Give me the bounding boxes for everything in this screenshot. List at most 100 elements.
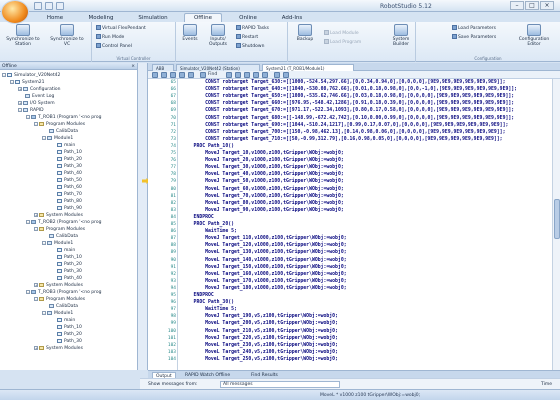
check-program-icon[interactable]: [283, 72, 289, 78]
doc-tab-abb[interactable]: ABB: [152, 64, 174, 71]
collapse-icon[interactable]: -: [26, 219, 30, 224]
tab-simulation[interactable]: Simulation: [130, 13, 176, 22]
tree-node[interactable]: CalibData: [42, 233, 78, 240]
panel-splitter[interactable]: [138, 63, 148, 370]
close-icon[interactable]: ×: [131, 63, 135, 70]
collapse-icon[interactable]: -: [18, 107, 22, 112]
expand-icon[interactable]: +: [34, 282, 38, 287]
redo-icon[interactable]: [188, 72, 194, 78]
tree-node[interactable]: - Module1: [42, 310, 73, 317]
code-line[interactable]: PROC Path_10(): [182, 144, 234, 149]
minimize-button[interactable]: –: [510, 1, 524, 10]
collapse-icon[interactable]: -: [42, 240, 46, 245]
save-parameters-button[interactable]: Save Parameters: [452, 34, 496, 40]
code-line[interactable]: MoveJ Target_90,v1000,z100,tGripper\WObj…: [182, 208, 344, 213]
code-line[interactable]: MoveL Target_210,v5,z100,tGripper\WObj:=…: [182, 329, 338, 334]
tree-node[interactable]: - T_ROB2 (Program '<no prog: [26, 219, 101, 226]
tree-node[interactable]: Path_50: [50, 177, 82, 184]
collapse-icon[interactable]: -: [42, 135, 46, 140]
tree-node[interactable]: CalibData: [42, 128, 78, 135]
code-line[interactable]: MoveJ Target_150,v1000,z100,tGripper\WOb…: [182, 265, 347, 270]
comment-icon[interactable]: [253, 72, 259, 78]
tree-node[interactable]: Path_10: [50, 324, 82, 331]
expand-icon[interactable]: +: [34, 345, 38, 350]
shutdown-button[interactable]: Shutdown: [236, 43, 264, 49]
vertical-scrollbar[interactable]: [552, 79, 560, 370]
tab-modeling[interactable]: Modeling: [80, 13, 122, 22]
collapse-icon[interactable]: -: [26, 289, 30, 294]
tree-node[interactable]: CalibData: [42, 303, 78, 310]
code-line[interactable]: MoveJ Target_20,v1000,z100,tGripper\WObj…: [182, 158, 344, 163]
close-button[interactable]: ×: [540, 1, 554, 10]
bookmark-icon[interactable]: [226, 72, 232, 78]
code-line[interactable]: MoveJ Target_50,v1000,z100,tGripper\WObj…: [182, 179, 344, 184]
expand-icon[interactable]: +: [18, 100, 22, 105]
rapid-tasks-button[interactable]: RAPID Tasks: [236, 25, 269, 31]
application-menu-button[interactable]: [2, 1, 28, 23]
code-line[interactable]: MoveJ Target_190,v5,z100,tGripper\WObj:=…: [182, 314, 338, 319]
outdent-icon[interactable]: [244, 72, 250, 78]
collapse-icon[interactable]: -: [34, 296, 38, 301]
expand-icon[interactable]: +: [34, 212, 38, 217]
tree-node[interactable]: - T_ROB3 (Program '<no prog: [26, 289, 101, 296]
code-line[interactable]: CONST robtarget Target_670:=[[971.17,-52…: [182, 108, 514, 113]
tree-node[interactable]: Path_70: [50, 191, 82, 198]
tree-node[interactable]: Path_40: [50, 170, 82, 177]
tree-node[interactable]: + Configuration: [18, 86, 61, 93]
code-area[interactable]: 65 CONST robtarget Target_630:=[[1000,-5…: [148, 79, 552, 370]
cut-icon[interactable]: [152, 72, 158, 78]
code-line[interactable]: MoveJ Target_110,v1000,z100,tGripper\WOb…: [182, 236, 347, 241]
code-line[interactable]: MoveL Target_60,v1000,z100,tGripper\WObj…: [182, 187, 344, 192]
code-line[interactable]: CONST robtarget Target_690:=[[1044,-510.…: [182, 123, 508, 128]
code-line[interactable]: MoveL Target_240,v5,z100,tGripper\WObj:=…: [182, 350, 338, 355]
apply-changes-icon[interactable]: [274, 72, 280, 78]
tree-node[interactable]: - T_ROB1 (Program '<no prog: [26, 114, 101, 121]
tree-node[interactable]: Path_80: [50, 198, 82, 205]
code-line[interactable]: MoveJ Target_10,v1000,z100,tGripper\WObj…: [182, 151, 344, 156]
collapse-icon[interactable]: -: [10, 79, 14, 84]
events-button[interactable]: Events: [179, 24, 201, 42]
maximize-button[interactable]: □: [525, 1, 539, 10]
system-builder-button[interactable]: System Builder: [388, 24, 414, 47]
code-line[interactable]: PROC Path_20(): [182, 222, 234, 227]
synchronize-station-button[interactable]: Synchronize to Station: [3, 24, 43, 47]
tree-node[interactable]: - System21: [10, 79, 45, 86]
code-line[interactable]: MoveL Target_130,v1000,z100,tGripper\WOb…: [182, 250, 347, 255]
code-line[interactable]: WaitTime 5;: [182, 307, 237, 312]
load-program-button[interactable]: Load Program: [324, 39, 361, 45]
paste-icon[interactable]: [170, 72, 176, 78]
code-line[interactable]: ENDPROC: [182, 215, 214, 220]
doc-tab-module1[interactable]: System21 (T_ROB1/Module1): [262, 64, 354, 71]
tree-node[interactable]: - Program Modules: [34, 296, 85, 303]
find-label[interactable]: Find: [208, 72, 217, 78]
code-line[interactable]: PROC Path_30(): [182, 300, 234, 305]
code-line[interactable]: MoveL Target_140,v1000,z100,tGripper\WOb…: [182, 258, 347, 263]
collapse-icon[interactable]: -: [34, 121, 38, 126]
code-line[interactable]: MoveL Target_230,v5,z100,tGripper\WObj:=…: [182, 343, 338, 348]
code-line[interactable]: MoveL Target_120,v1000,z100,tGripper\WOb…: [182, 243, 347, 248]
inputs-outputs-button[interactable]: Inputs/ Outputs: [204, 24, 232, 47]
collapse-icon[interactable]: -: [2, 72, 6, 77]
scrollbar-thumb[interactable]: [554, 199, 560, 239]
code-line[interactable]: MoveL Target_30,v1000,z100,tGripper\WObj…: [182, 165, 344, 170]
code-line[interactable]: MoveL Target_40,v1000,z100,tGripper\WObj…: [182, 172, 344, 177]
code-line[interactable]: WaitTime 5;: [182, 229, 237, 234]
expand-icon[interactable]: +: [18, 86, 22, 91]
collapse-icon[interactable]: -: [26, 114, 30, 119]
code-line[interactable]: MoveL Target_70,v1000,z100,tGripper\WObj…: [182, 194, 344, 199]
save-icon[interactable]: [34, 2, 42, 10]
tree-node[interactable]: + I/O System: [18, 100, 55, 107]
virtual-flexpendant-button[interactable]: Virtual FlexPendant: [96, 25, 146, 31]
code-line[interactable]: ENDPROC: [182, 293, 214, 298]
tree-node[interactable]: - Module1: [42, 240, 73, 247]
tree-node[interactable]: Path_40: [50, 275, 82, 282]
tree-node[interactable]: main: [50, 317, 75, 324]
tree-node[interactable]: Path_30: [50, 163, 82, 170]
tab-offline[interactable]: Offline: [184, 13, 222, 22]
code-line[interactable]: CONST robtarget Target_710:=[[50,-0.99,3…: [182, 137, 502, 142]
collapse-icon[interactable]: -: [34, 226, 38, 231]
tree-node[interactable]: - Program Modules: [34, 121, 85, 128]
code-line[interactable]: MoveL Target_170,v1000,z100,tGripper\WOb…: [182, 279, 347, 284]
collapse-icon[interactable]: -: [42, 310, 46, 315]
code-line[interactable]: MoveL Target_250,v5,z100,tGripper\WObj:=…: [182, 357, 338, 362]
